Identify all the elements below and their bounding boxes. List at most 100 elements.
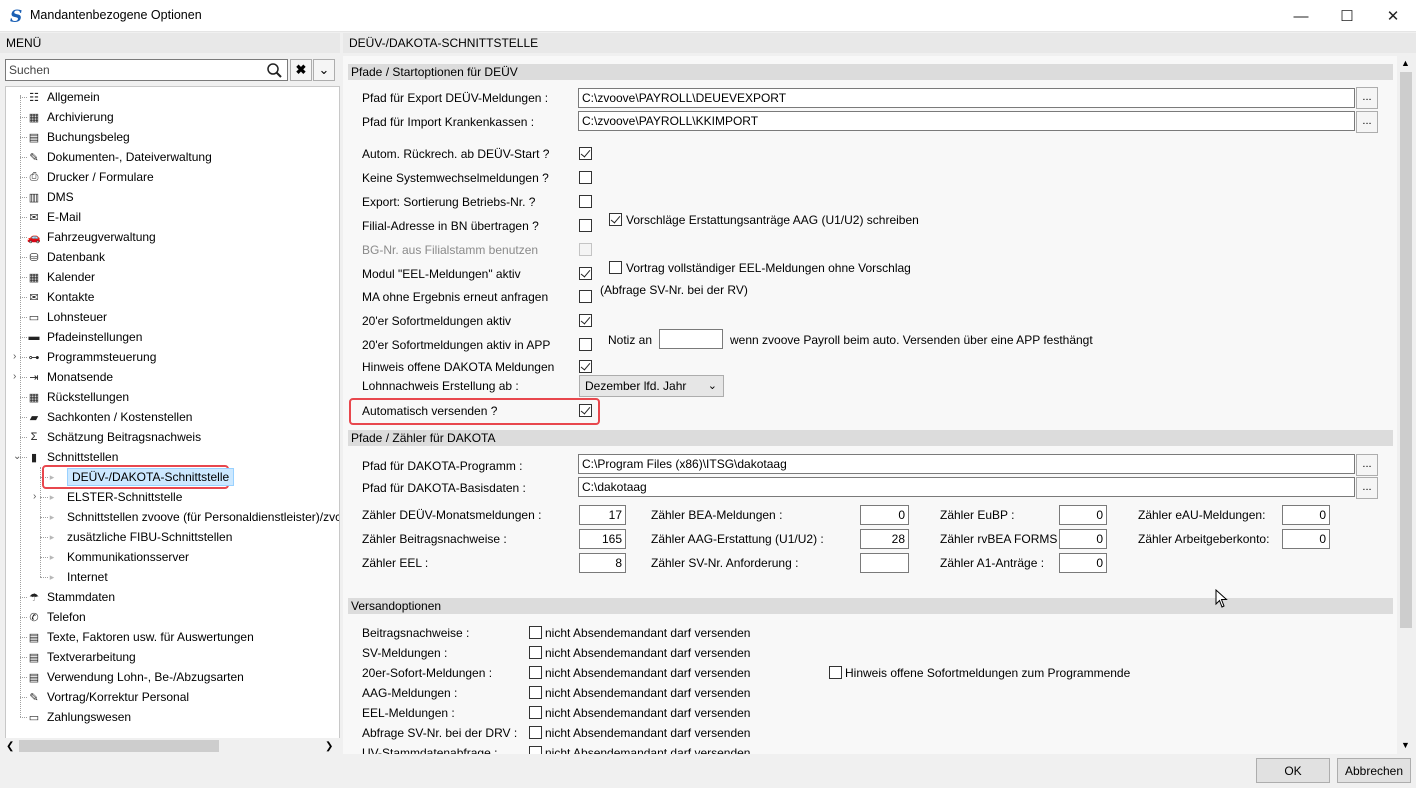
ok-button[interactable]: OK (1256, 758, 1330, 783)
tree-item[interactable]: ▸ zusätzliche FIBU-Schnittstellen (46, 527, 233, 547)
expand-icon[interactable]: › (13, 352, 22, 362)
tree-item[interactable]: ▦ Rückstellungen (26, 387, 129, 407)
hinweis-sofort-checkbox[interactable] (829, 666, 842, 679)
tree-item[interactable]: ▬ Pfadeinstellungen (26, 327, 143, 347)
tree-item-label: Archivierung (47, 110, 114, 124)
tree-item[interactable]: Σ Schätzung Beitragsnachweis (26, 427, 202, 447)
counter-input[interactable]: 0 (860, 505, 909, 525)
expand-icon[interactable]: › (13, 372, 22, 382)
counter-input[interactable]: 0 (1282, 529, 1330, 549)
tree-item[interactable]: ✉ Kontakte (26, 287, 94, 307)
collapse-icon[interactable]: ⌄ (13, 452, 22, 462)
import-path-input[interactable]: C:\zvoove\PAYROLL\KKIMPORT (578, 111, 1355, 131)
deuev-option-checkbox[interactable] (579, 360, 592, 373)
dakota-basis-input[interactable]: C:\dakotaag (578, 477, 1355, 497)
deuev-option-label: MA ohne Ergebnis erneut anfragen (362, 290, 549, 304)
tree-item-label: Programmsteuerung (47, 350, 157, 364)
counter-input[interactable]: 165 (579, 529, 626, 549)
tree-item[interactable]: ▤ Texte, Faktoren usw. für Auswertungen (26, 627, 254, 647)
tree-item[interactable]: ▸ Kommunikationsserver (46, 547, 189, 567)
deuev-option-label: Export: Sortierung Betriebs-Nr. ? (362, 195, 536, 209)
deuev-option-checkbox[interactable] (579, 147, 592, 160)
tree-item[interactable]: ✆ Telefon (26, 607, 85, 627)
deuev-option-checkbox[interactable] (579, 219, 592, 232)
tree-item[interactable]: ☷ Allgemein (26, 87, 100, 107)
tree-item[interactable]: ▭ Lohnsteuer (26, 307, 107, 327)
tree-item[interactable]: ▸ Schnittstellen zvoove (für Personaldien… (46, 507, 339, 527)
tree-item[interactable]: ▭ Zahlungswesen (26, 707, 131, 727)
tree-item[interactable]: ⛁ Datenbank (26, 247, 105, 267)
tree-item[interactable]: ☂ Stammdaten (26, 587, 115, 607)
versand-option-checkbox[interactable] (529, 666, 542, 679)
deuev-option-checkbox[interactable] (579, 290, 592, 303)
tree-item[interactable]: 🚗 Fahrzeugverwaltung (26, 227, 156, 247)
deuev-option-checkbox[interactable] (579, 338, 592, 351)
browse-dakota-program-button[interactable]: ... (1356, 454, 1378, 476)
versand-option-checkbox[interactable] (529, 686, 542, 699)
counter-input[interactable]: 0 (1059, 529, 1107, 549)
versand-option-checkbox[interactable] (529, 726, 542, 739)
export-path-input[interactable]: C:\zvoove\PAYROLL\DEUEVEXPORT (578, 88, 1355, 108)
counter-input[interactable]: 8 (579, 553, 626, 573)
tree-item[interactable]: ▸ ELSTER-Schnittstelle (46, 487, 183, 507)
scroll-left-icon[interactable]: ❮ (6, 741, 14, 752)
counter-input[interactable]: 0 (1282, 505, 1330, 525)
search-icon[interactable] (266, 62, 284, 78)
tree-item[interactable]: ▤ Textverarbeitung (26, 647, 136, 667)
tree-item[interactable]: ▥ DMS (26, 187, 74, 207)
tree-item[interactable]: ▸ Internet (46, 567, 108, 587)
scroll-up-icon[interactable]: ▲ (1401, 58, 1410, 68)
expand-icon[interactable]: › (33, 492, 42, 502)
tree-item[interactable]: ▦ Kalender (26, 267, 95, 287)
vortrag-checkbox[interactable] (609, 261, 622, 274)
tree-horizontal-scrollbar[interactable]: ❮ ❯ (5, 738, 340, 754)
versand-option-checkbox[interactable] (529, 626, 542, 639)
tree-item[interactable]: ▰ Sachkonten / Kostenstellen (26, 407, 193, 427)
vorschlaege-checkbox[interactable] (609, 213, 622, 226)
tree-item-selected[interactable]: ▸ DEÜV-/DAKOTA-Schnittstelle (46, 467, 235, 487)
counter-input[interactable]: 0 (1059, 505, 1107, 525)
minimize-button[interactable]: — (1278, 0, 1324, 32)
deuev-option-checkbox[interactable] (579, 171, 592, 184)
tree-item[interactable]: ⊶ Programmsteuerung (26, 347, 157, 367)
deuev-option-checkbox[interactable] (579, 267, 592, 280)
close-window-button[interactable]: ✕ (1370, 0, 1416, 32)
counter-input[interactable] (860, 553, 909, 573)
maximize-button[interactable]: ☐ (1324, 0, 1370, 32)
scroll-thumb[interactable] (19, 740, 219, 752)
browse-dakota-basis-button[interactable]: ... (1356, 477, 1378, 499)
tree-item[interactable]: ▮ Schnittstellen (26, 447, 118, 467)
tree-item[interactable]: ⎙ Drucker / Formulare (26, 167, 154, 187)
tree-item[interactable]: ▦ Archivierung (26, 107, 114, 127)
dakota-program-input[interactable]: C:\Program Files (x86)\ITSG\dakotaag (578, 454, 1355, 474)
scroll-right-icon[interactable]: ❯ (325, 741, 333, 752)
tree-item[interactable]: ▤ Verwendung Lohn-, Be-/Abzugsarten (26, 667, 244, 687)
notiz-input[interactable] (659, 329, 723, 349)
tree-item[interactable]: ✎ Vortrag/Korrektur Personal (26, 687, 189, 707)
tree-item[interactable]: ⇥ Monatsende (26, 367, 113, 387)
tree-item[interactable]: ✎ Dokumenten-, Dateiverwaltung (26, 147, 211, 167)
versand-option-checkbox[interactable] (529, 746, 542, 754)
collapse-button[interactable]: ⌄ (313, 59, 335, 81)
scroll-down-icon[interactable]: ▼ (1401, 740, 1410, 750)
scroll-thumb[interactable] (1400, 72, 1412, 628)
clear-search-button[interactable]: ✖ (290, 59, 312, 81)
counter-label: Zähler Arbeitgeberkonto: (1138, 532, 1270, 546)
deuev-option-checkbox[interactable] (579, 314, 592, 327)
versand-option-checkbox[interactable] (529, 706, 542, 719)
versand-option-checkbox[interactable] (529, 646, 542, 659)
browse-import-button[interactable]: ... (1356, 111, 1378, 133)
cancel-button[interactable]: Abbrechen (1337, 758, 1411, 783)
counter-input[interactable]: 28 (860, 529, 909, 549)
counter-input[interactable]: 17 (579, 505, 626, 525)
browse-export-button[interactable]: ... (1356, 87, 1378, 109)
tree-item[interactable]: ▤ Buchungsbeleg (26, 127, 130, 147)
lohnnachweis-select[interactable]: Dezember lfd. Jahr ⌄ (579, 375, 724, 397)
tree-item[interactable]: ✉ E-Mail (26, 207, 81, 227)
deuev-option-checkbox[interactable] (579, 195, 592, 208)
content-vertical-scrollbar[interactable]: ▲ ▼ (1397, 56, 1415, 754)
auto-send-checkbox[interactable] (579, 404, 592, 417)
deuev-option-label: Filial-Adresse in BN übertragen ? (362, 219, 539, 233)
counter-input[interactable]: 0 (1059, 553, 1107, 573)
search-input[interactable]: Suchen (5, 59, 288, 81)
